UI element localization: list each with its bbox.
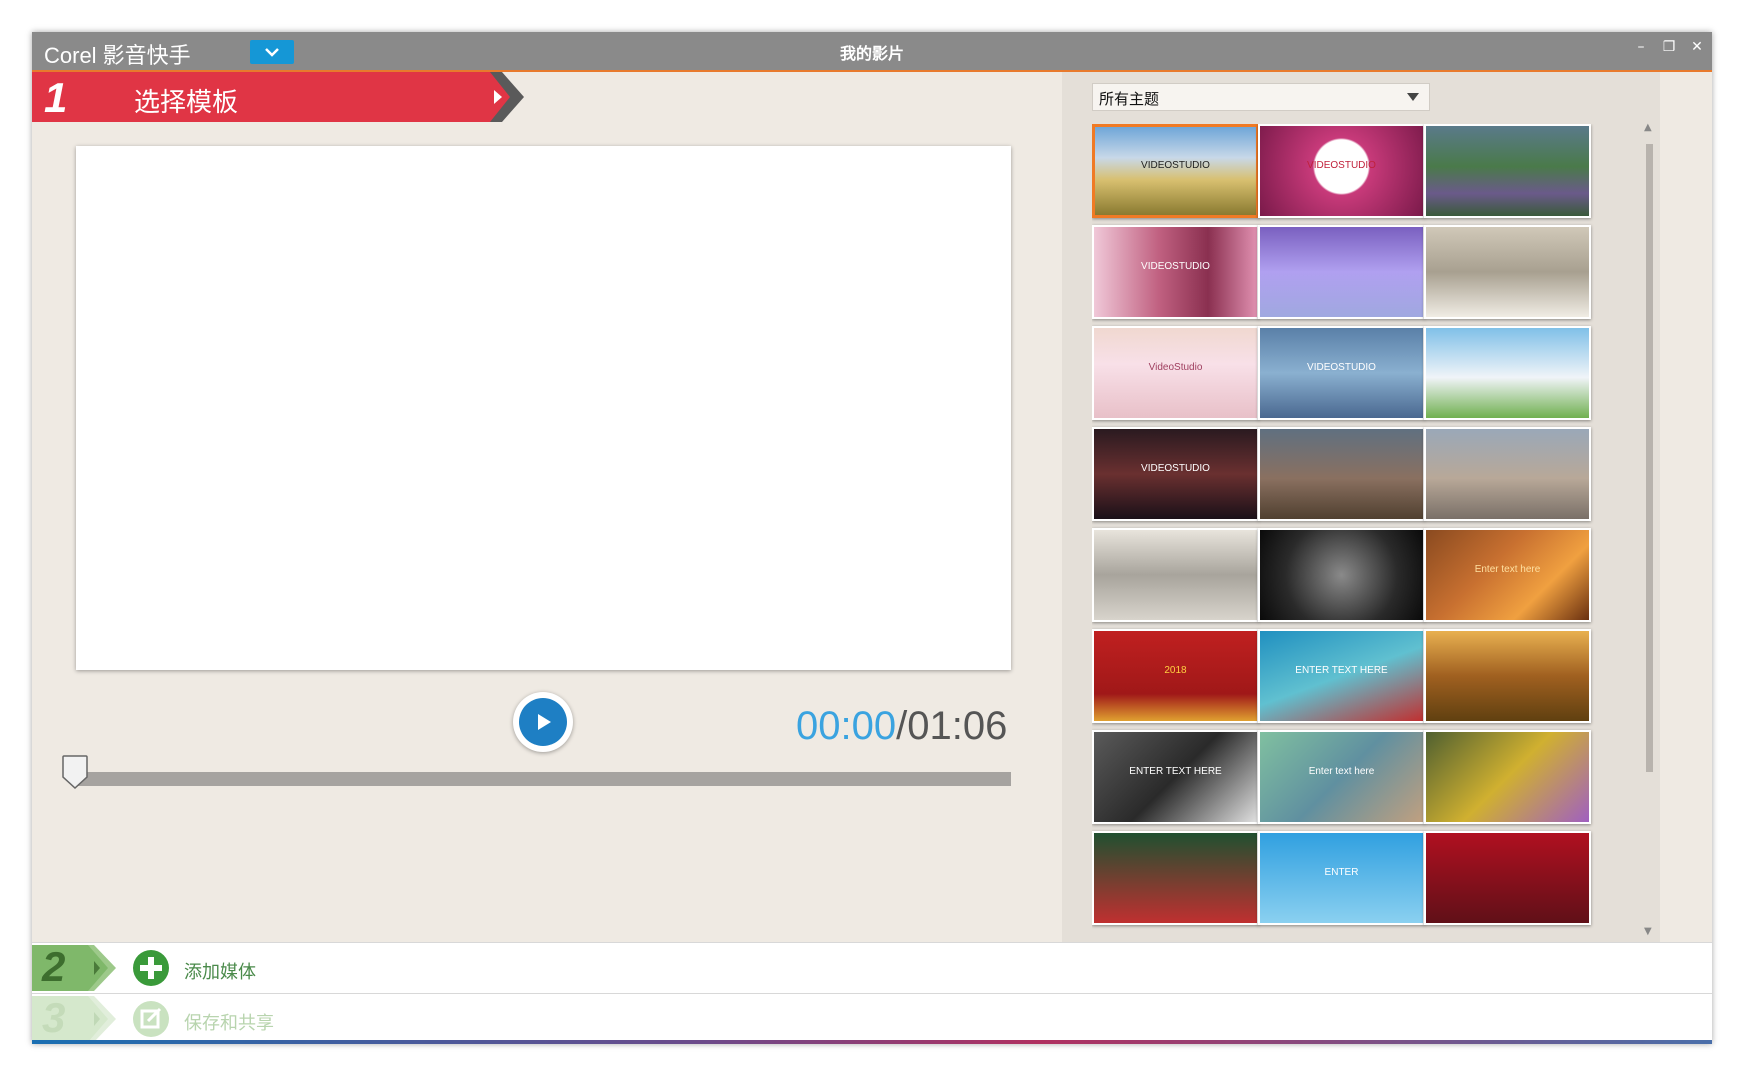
step2-number: 2 xyxy=(42,943,66,990)
window-controls: – ❐ ✕ xyxy=(1632,38,1706,56)
template-thumbnail[interactable] xyxy=(1424,730,1591,824)
scroll-down-icon[interactable]: ▼ xyxy=(1644,926,1652,937)
step3-label: 保存和共享 xyxy=(184,1013,274,1034)
template-thumbnail[interactable]: ENTER TEXT HERE xyxy=(1258,629,1425,723)
template-thumbnail-text: ENTER xyxy=(1324,867,1359,879)
step2-label: 添加媒体 xyxy=(184,962,256,983)
step1-banner-shape xyxy=(32,72,524,122)
step1-number: 1 xyxy=(44,74,68,121)
title-bar[interactable]: Corel 影音快手 我的影片 – ❐ ✕ xyxy=(32,32,1712,72)
step-add-media[interactable]: 2 添加媒体 xyxy=(32,942,1712,993)
template-thumbnail-text: VIDEOSTUDIO xyxy=(1307,362,1376,374)
template-thumbnail[interactable]: VIDEOSTUDIO xyxy=(1092,124,1259,218)
template-thumbnail[interactable] xyxy=(1092,831,1259,925)
template-thumbnail[interactable]: 2018 xyxy=(1092,629,1259,723)
template-thumbnail[interactable] xyxy=(1258,427,1425,521)
template-thumbnail-text: VideoStudio xyxy=(1148,362,1203,374)
template-thumbnail[interactable]: VIDEOSTUDIO xyxy=(1092,427,1259,521)
template-thumbnail[interactable] xyxy=(1424,225,1591,319)
minimize-button[interactable]: – xyxy=(1632,38,1650,56)
theme-filter-value: 所有主题 xyxy=(1099,90,1160,108)
template-thumbnail[interactable]: VIDEOSTUDIO xyxy=(1258,326,1425,420)
template-thumbnail-text: Enter text here xyxy=(1474,564,1541,576)
time-separator: / xyxy=(896,704,908,748)
time-display: 00:00/01:06 xyxy=(796,704,1007,749)
restore-button[interactable]: ❐ xyxy=(1660,38,1678,56)
scroll-up-icon[interactable]: ▲ xyxy=(1644,122,1652,133)
dropdown-arrow-icon xyxy=(1407,93,1419,101)
step3-number: 3 xyxy=(42,994,66,1041)
play-icon xyxy=(538,714,551,730)
template-scrollbar[interactable] xyxy=(1646,144,1653,772)
template-thumbnail[interactable]: VideoStudio xyxy=(1092,326,1259,420)
add-media-icon xyxy=(133,950,169,986)
play-button-inner xyxy=(519,698,567,746)
scrub-handle[interactable] xyxy=(62,755,88,789)
scrub-bar[interactable] xyxy=(76,772,1011,786)
step1-label: 选择模板 xyxy=(134,88,239,118)
template-thumbnail[interactable] xyxy=(1424,427,1591,521)
template-thumbnail[interactable]: Enter text here xyxy=(1258,730,1425,824)
template-thumbnail[interactable] xyxy=(1424,629,1591,723)
template-thumbnail[interactable] xyxy=(1258,225,1425,319)
total-time: 01:06 xyxy=(907,704,1008,748)
template-thumbnail-text: VIDEOSTUDIO xyxy=(1307,160,1376,172)
bottom-steps: 2 添加媒体 3 保存和共享 xyxy=(32,942,1712,1044)
current-time: 00:00 xyxy=(796,704,897,748)
preview-canvas xyxy=(76,146,1011,670)
template-thumbnail-text: VIDEOSTUDIO xyxy=(1141,261,1210,273)
template-thumbnail-text: VIDEOSTUDIO xyxy=(1141,463,1210,475)
template-grid: VIDEOSTUDIO VIDEOSTUDIO VIDEOSTUDIO VideoSt… xyxy=(1092,124,1632,938)
template-thumbnail[interactable]: ENTER TEXT HERE xyxy=(1092,730,1259,824)
play-button[interactable] xyxy=(513,692,573,752)
step-save-share[interactable]: 3 保存和共享 xyxy=(32,993,1712,1044)
template-thumbnail[interactable]: ENTER xyxy=(1258,831,1425,925)
template-thumbnail[interactable]: VIDEOSTUDIO xyxy=(1258,124,1425,218)
template-thumbnail[interactable]: VIDEOSTUDIO xyxy=(1092,225,1259,319)
close-button[interactable]: ✕ xyxy=(1688,38,1706,56)
save-share-icon xyxy=(133,1001,169,1037)
step1-banner: 1 选择模板 xyxy=(32,72,524,122)
theme-filter-dropdown[interactable]: 所有主题 xyxy=(1092,83,1430,111)
bottom-accent-line xyxy=(32,1040,1712,1044)
template-thumbnail[interactable] xyxy=(1258,528,1425,622)
template-thumbnail-text: ENTER TEXT HERE xyxy=(1295,665,1388,677)
template-thumbnail[interactable] xyxy=(1424,831,1591,925)
template-thumbnail-text: Enter text here xyxy=(1308,766,1375,778)
template-thumbnail-text: VIDEOSTUDIO xyxy=(1141,160,1210,172)
template-thumbnail-text: 2018 xyxy=(1164,665,1187,677)
template-thumbnail[interactable] xyxy=(1424,124,1591,218)
template-thumbnail-text: ENTER TEXT HERE xyxy=(1129,766,1222,778)
window-title: 我的影片 xyxy=(839,44,904,63)
template-thumbnail[interactable]: Enter text here xyxy=(1424,528,1591,622)
template-thumbnail[interactable] xyxy=(1424,326,1591,420)
template-thumbnail[interactable] xyxy=(1092,528,1259,622)
